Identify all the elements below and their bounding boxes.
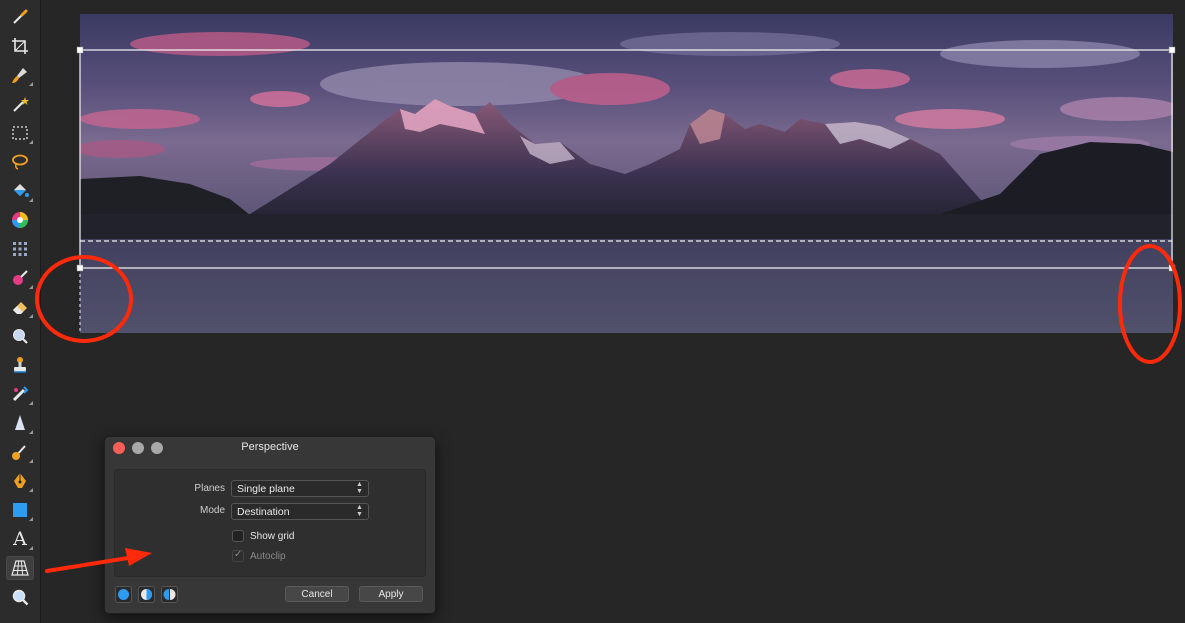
tool-color-wheel[interactable] — [6, 208, 34, 232]
tool-flyout-indicator — [29, 459, 33, 463]
panorama-landscape — [80, 32, 1173, 333]
eraser-tool-icon — [13, 302, 27, 314]
pen-tool-icon — [14, 473, 26, 488]
mountain-range — [250, 99, 1000, 224]
tools-panel: A — [0, 0, 41, 623]
text-tool-icon: A — [13, 527, 27, 550]
tool-crop[interactable] — [6, 34, 34, 58]
tool-healing-brush[interactable] — [6, 382, 34, 406]
planes-select[interactable]: Single plane ▲▼ — [231, 480, 369, 497]
show-grid-checkbox[interactable] — [232, 530, 244, 542]
tool-flood-fill[interactable] — [6, 179, 34, 203]
tool-flyout-indicator — [29, 285, 33, 289]
tool-text[interactable]: A — [6, 527, 34, 551]
blur-tool-icon — [13, 329, 28, 344]
tool-paint-brush[interactable] — [6, 63, 34, 87]
autoclip-checkbox[interactable]: ✓ — [232, 549, 244, 562]
tool-mesh-warp[interactable] — [6, 237, 34, 261]
select-arrows-icon: ▲▼ — [356, 504, 363, 518]
tool-flyout-indicator — [29, 401, 33, 405]
rectangle-shape-tool-icon — [13, 503, 27, 517]
tool-color-replace-brush[interactable] — [6, 266, 34, 290]
color-wheel-tool-icon — [12, 212, 28, 228]
dialog-titlebar[interactable]: Perspective — [105, 437, 435, 459]
tool-flyout-indicator — [29, 488, 33, 492]
apply-button[interactable]: Apply — [359, 586, 423, 602]
mode-value: Destination — [237, 506, 290, 518]
tool-blur[interactable] — [6, 324, 34, 348]
checkmark-icon: ✓ — [234, 549, 243, 560]
preview-mirror-button[interactable] — [161, 586, 178, 603]
zoom-tool-icon — [12, 589, 29, 606]
crop-tool-icon — [12, 38, 28, 54]
tool-lasso[interactable] — [6, 150, 34, 174]
tool-flyout-indicator — [29, 546, 33, 550]
mode-label: Mode — [199, 505, 225, 516]
tool-pen[interactable] — [6, 469, 34, 493]
perspective-tool-icon — [11, 560, 29, 576]
mesh-warp-tool-icon — [13, 242, 27, 256]
planes-value: Single plane — [237, 483, 295, 495]
dialog-title: Perspective — [241, 441, 299, 453]
tool-flyout-indicator — [29, 198, 33, 202]
tool-eraser[interactable] — [6, 295, 34, 319]
tool-perspective[interactable] — [6, 556, 34, 580]
tool-rectangle-shape[interactable] — [6, 498, 34, 522]
full-preview-icon — [118, 589, 129, 600]
tool-clone-stamp[interactable] — [6, 353, 34, 377]
flood-fill-tool-icon — [14, 184, 29, 197]
color-picker-tool-icon — [13, 9, 28, 24]
clone-stamp-tool-icon — [14, 357, 26, 373]
preview-full-button[interactable] — [115, 586, 132, 603]
tool-zoom[interactable] — [6, 585, 34, 609]
tool-flyout-indicator — [29, 140, 33, 144]
magic-wand-tool-icon — [13, 97, 29, 112]
dialog-settings-panel: Planes Single plane ▲▼ Mode Destination … — [114, 469, 426, 577]
preview-split-button[interactable] — [138, 586, 155, 603]
show-grid-label: Show grid — [250, 531, 295, 542]
clouds — [80, 32, 1173, 171]
split-preview-icon — [141, 589, 152, 600]
tool-flyout-indicator — [29, 517, 33, 521]
cancel-button[interactable]: Cancel — [285, 586, 349, 602]
tool-color-picker[interactable] — [6, 5, 34, 29]
tool-flyout-indicator — [29, 82, 33, 86]
tool-flyout-indicator — [29, 430, 33, 434]
sharpen-tool-icon — [15, 415, 25, 430]
tool-smudge-brush[interactable] — [6, 440, 34, 464]
canvas-image[interactable] — [80, 14, 1173, 333]
mirror-preview-icon — [163, 589, 176, 600]
autoclip-label: Autoclip — [250, 551, 286, 562]
healing-brush-tool-icon — [12, 386, 29, 402]
perspective-dialog: Perspective Planes Single plane ▲▼ Mode … — [104, 436, 436, 614]
tool-magic-wand[interactable] — [6, 92, 34, 116]
paint-brush-tool-icon — [12, 68, 27, 83]
select-arrows-icon: ▲▼ — [356, 481, 363, 495]
lasso-tool-icon — [12, 154, 28, 170]
mode-select[interactable]: Destination ▲▼ — [231, 503, 369, 520]
tool-sharpen[interactable] — [6, 411, 34, 435]
tool-rectangle-marquee[interactable] — [6, 121, 34, 145]
rectangle-marquee-tool-icon — [12, 126, 28, 140]
planes-label: Planes — [194, 483, 225, 494]
tool-flyout-indicator — [29, 314, 33, 318]
smudge-brush-tool-icon — [12, 445, 26, 460]
color-replace-brush-tool-icon — [13, 270, 28, 285]
